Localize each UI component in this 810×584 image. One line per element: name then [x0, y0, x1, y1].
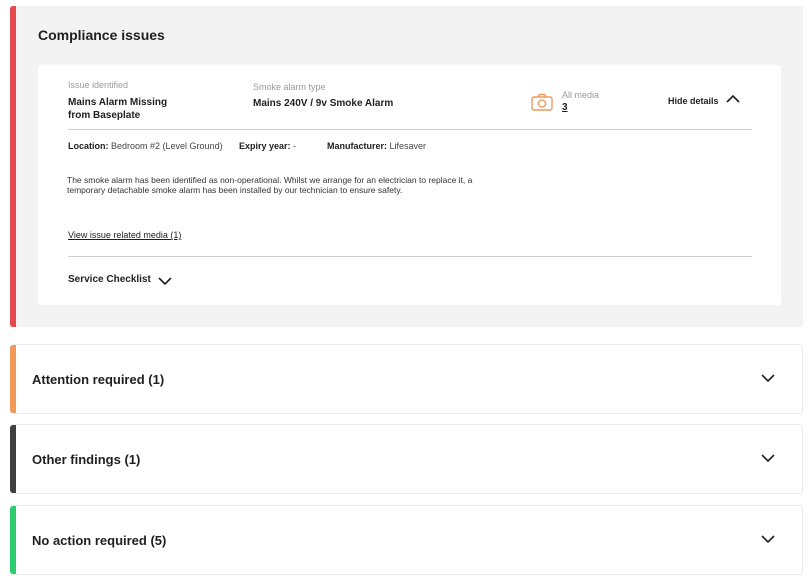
compliance-title: Compliance issues — [38, 27, 165, 43]
attention-title: Attention required (1) — [32, 372, 165, 387]
issue-description: The smoke alarm has been identified as n… — [67, 175, 507, 195]
hide-details-button[interactable]: Hide details — [668, 96, 719, 106]
issue-value-line2: from Baseplate — [68, 110, 141, 121]
service-checklist-toggle[interactable]: Service Checklist — [68, 274, 151, 285]
issue-card: Issue identified Mains Alarm Missing fro… — [38, 65, 781, 305]
chevron-down-icon[interactable] — [158, 276, 172, 286]
card-divider-top — [68, 129, 752, 130]
camera-icon[interactable] — [531, 93, 553, 111]
location-value: Bedroom #2 (Level Ground) — [111, 141, 223, 151]
manufacturer-meta: Manufacturer: Lifesaver — [327, 141, 426, 151]
no-action-accent-bar — [10, 506, 16, 574]
smoke-alarm-type-value: Mains 240V / 9v Smoke Alarm — [253, 98, 394, 109]
no-action-required-section[interactable]: No action required (5) — [10, 505, 803, 575]
location-meta: Location: Bedroom #2 (Level Ground) — [68, 141, 223, 151]
manufacturer-label: Manufacturer: — [327, 141, 388, 151]
description-line1: The smoke alarm has been identified as n… — [67, 175, 473, 185]
issue-value-line1: Mains Alarm Missing — [68, 97, 168, 108]
compliance-accent-bar — [10, 6, 16, 327]
manufacturer-value: Lifesaver — [389, 141, 427, 151]
no-action-title: No action required (5) — [32, 533, 167, 548]
attention-required-section[interactable]: Attention required (1) — [10, 344, 803, 414]
chevron-down-icon[interactable] — [761, 373, 775, 383]
issue-identified-value: Mains Alarm Missing from Baseplate — [68, 96, 167, 122]
chevron-down-icon[interactable] — [761, 534, 775, 544]
media-count-link[interactable]: 3 — [562, 102, 568, 113]
smoke-alarm-type-label: Smoke alarm type — [253, 82, 326, 92]
chevron-down-icon[interactable] — [761, 453, 775, 463]
issue-identified-label: Issue identified — [68, 80, 129, 90]
expiry-meta: Expiry year: - — [239, 141, 296, 151]
location-label: Location: — [68, 141, 109, 151]
chevron-up-icon[interactable] — [726, 94, 740, 104]
expiry-label: Expiry year: — [239, 141, 291, 151]
description-line2: temporary detachable smoke alarm has bee… — [67, 185, 403, 195]
other-findings-section[interactable]: Other findings (1) — [10, 424, 803, 494]
all-media-label: All media — [562, 90, 600, 100]
compliance-issues-section: Compliance issues Issue identified Mains… — [10, 6, 803, 327]
view-issue-media-link[interactable]: View issue related media (1) — [68, 230, 181, 240]
other-accent-bar — [10, 425, 16, 493]
other-title: Other findings (1) — [32, 452, 141, 467]
expiry-value: - — [293, 141, 297, 151]
card-divider-bottom — [68, 256, 752, 257]
attention-accent-bar — [10, 345, 16, 413]
